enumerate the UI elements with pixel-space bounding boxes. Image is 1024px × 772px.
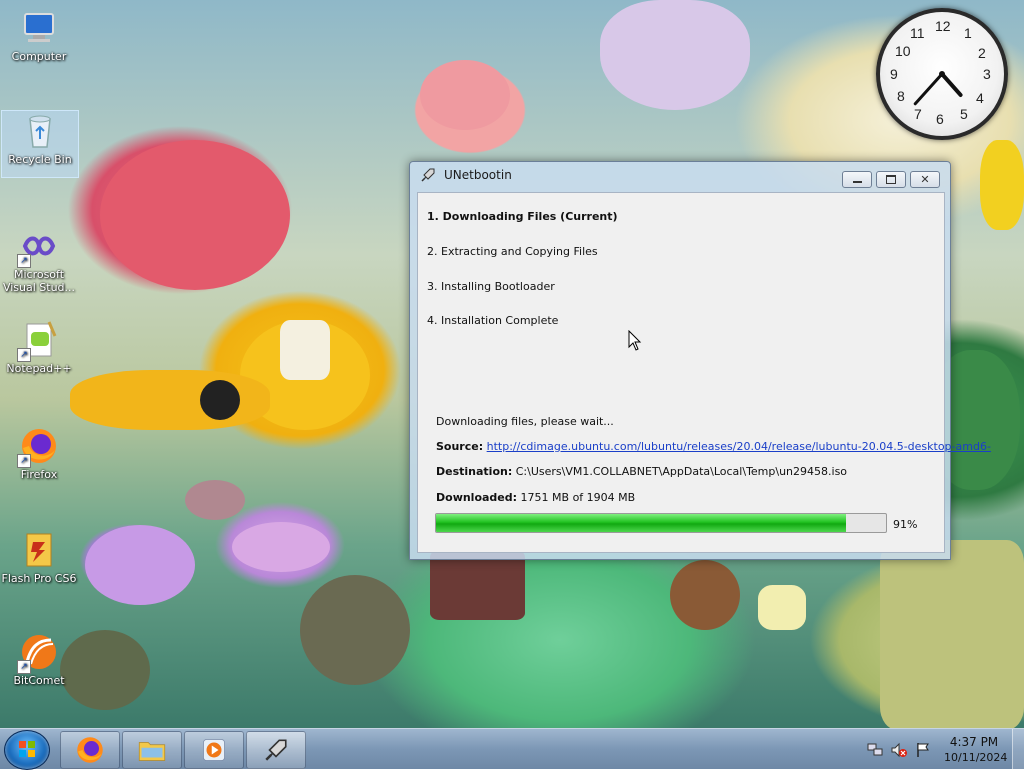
flash-pro-icon	[19, 530, 59, 570]
firefox-icon	[77, 737, 103, 763]
wallpaper-rice-cooker	[280, 320, 330, 380]
desktop-icon-visual-studio[interactable]: ↗ Microsoft Visual Stud...	[1, 226, 77, 294]
desktop-icon-bitcomet[interactable]: ↗ BitComet	[1, 632, 77, 687]
start-button[interactable]	[4, 730, 50, 770]
clock-hands	[913, 71, 963, 106]
shortcut-arrow-icon: ↗	[17, 254, 31, 268]
downloaded-label: Downloaded:	[436, 491, 518, 504]
shortcut-arrow-icon: ↗	[17, 454, 31, 468]
notepad-plus-plus-icon: ↗	[17, 320, 59, 362]
close-button[interactable]: ✕	[910, 171, 940, 188]
shortcut-arrow-icon: ↗	[17, 348, 31, 362]
download-progress-bar	[435, 513, 887, 533]
unetbootin-icon	[421, 168, 435, 182]
restore-button[interactable]	[876, 171, 906, 188]
step-bootloader: 3. Installing Bootloader	[427, 280, 555, 293]
recycle-bin-icon	[20, 111, 60, 151]
destination-path: C:\Users\VM1.COLLABNET\AppData\Local\Tem…	[515, 465, 848, 478]
desktop-icon-label: Microsoft Visual Stud...	[2, 268, 76, 294]
show-desktop-button[interactable]	[1012, 729, 1024, 769]
taskbar-unetbootin-button[interactable]	[246, 731, 306, 769]
clock-gadget[interactable]: 12 1 2 3 4 5 6 7 8 9 10 11	[876, 8, 1008, 140]
wallpaper-lavender-shape	[600, 0, 750, 110]
destination-row: Destination: C:\Users\VM1.COLLABNET\AppD…	[436, 465, 847, 478]
media-player-icon	[203, 739, 225, 761]
desktop-icon-flash-pro[interactable]: Flash Pro CS6	[1, 530, 77, 585]
shortcut-arrow-icon: ↗	[17, 660, 31, 674]
firefox-icon: ↗	[17, 426, 59, 468]
desktop-icon-label: Notepad++	[6, 362, 72, 375]
volume-muted-icon[interactable]	[890, 741, 908, 759]
computer-icon	[19, 8, 59, 48]
wallpaper-yellow-squiggle	[980, 140, 1024, 230]
wallpaper-purple-dome	[85, 525, 195, 605]
taskbar-media-player-button[interactable]	[184, 731, 244, 769]
minimize-button[interactable]	[842, 171, 872, 188]
desktop-icon-label: BitComet	[13, 674, 65, 687]
desktop-icon-label: Computer	[11, 50, 67, 63]
wallpaper-red-blob	[100, 140, 290, 290]
source-label: Source:	[436, 440, 484, 453]
visual-studio-icon: ↗	[17, 226, 59, 268]
desktop-icon-notepad-plus-plus[interactable]: ↗ Notepad++	[1, 320, 77, 375]
minimize-icon	[852, 180, 862, 183]
action-center-flag-icon[interactable]	[914, 741, 932, 759]
desktop-icon-label: Flash Pro CS6	[1, 572, 77, 585]
desktop-icon-computer[interactable]: Computer	[1, 8, 77, 63]
taskbar-explorer-button[interactable]	[122, 731, 182, 769]
downloaded-row: Downloaded: 1751 MB of 1904 MB	[436, 491, 635, 504]
bitcomet-icon: ↗	[17, 632, 59, 674]
wallpaper-yellow-creature	[758, 585, 806, 630]
restore-icon	[886, 175, 896, 184]
taskbar-date[interactable]: 10/11/2024	[944, 751, 1007, 764]
windows-logo-icon	[19, 741, 35, 757]
download-progress-percent: 91%	[893, 518, 918, 531]
wallpaper-dark-ball	[300, 575, 410, 685]
destination-label: Destination:	[436, 465, 513, 478]
status-text: Downloading files, please wait...	[436, 415, 614, 428]
wallpaper-record	[200, 380, 240, 420]
taskbar-firefox-button[interactable]	[60, 731, 120, 769]
source-link[interactable]: http://cdimage.ubuntu.com/lubuntu/releas…	[487, 440, 991, 453]
desktop-icon-recycle-bin[interactable]: Recycle Bin	[1, 110, 79, 178]
wallpaper-purple-cake	[232, 522, 330, 572]
wallpaper-rock	[185, 480, 245, 520]
unetbootin-icon	[265, 739, 287, 761]
step-complete: 4. Installation Complete	[427, 314, 559, 327]
desktop-icon-label: Recycle Bin	[8, 153, 72, 166]
wallpaper-yellow-band	[70, 370, 270, 430]
mouse-cursor-icon	[628, 330, 642, 351]
desktop-icon-label: Firefox	[20, 468, 58, 481]
step-extracting: 2. Extracting and Copying Files	[427, 245, 598, 258]
source-row: Source: http://cdimage.ubuntu.com/lubunt…	[436, 440, 991, 453]
step-downloading: 1. Downloading Files (Current)	[427, 210, 618, 223]
taskbar: 4:37 PM 10/11/2024	[0, 728, 1024, 770]
window-content: 1. Downloading Files (Current) 2. Extrac…	[417, 192, 991, 553]
desktop-icon-firefox[interactable]: ↗ Firefox	[1, 426, 77, 481]
folder-icon	[138, 742, 166, 761]
taskbar-time[interactable]: 4:37 PM	[944, 735, 1004, 749]
window-title: UNetbootin	[444, 168, 512, 182]
unetbootin-window[interactable]: UNetbootin ✕ 1. Downloading Files (Curre…	[409, 161, 991, 560]
wallpaper-stump	[430, 550, 525, 620]
wallpaper-green-block	[880, 540, 1024, 728]
close-icon: ✕	[920, 173, 930, 186]
wallpaper-pink-blob	[420, 60, 510, 130]
network-icon[interactable]	[866, 741, 884, 759]
download-progress-fill	[436, 514, 846, 532]
hour-hand	[940, 72, 963, 97]
clock-center	[939, 71, 945, 77]
wallpaper-brown-creature	[670, 560, 740, 630]
downloaded-value: 1751 MB of 1904 MB	[520, 491, 636, 504]
minute-hand	[913, 72, 944, 106]
